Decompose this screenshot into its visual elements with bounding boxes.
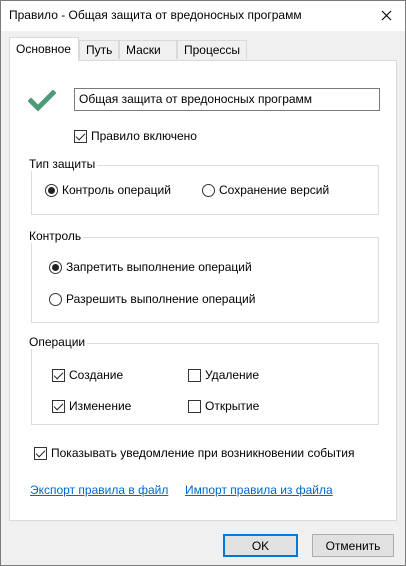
close-icon xyxy=(381,10,391,20)
radio-button[interactable] xyxy=(49,292,62,306)
radio-button[interactable] xyxy=(49,260,62,274)
import-rule-link[interactable]: Импорт правила из файла xyxy=(185,483,333,497)
tab-masks[interactable]: Маски xyxy=(119,40,177,59)
checkbox-box[interactable] xyxy=(188,368,201,382)
notify-checkbox[interactable]: Показывать уведомление при возникновении… xyxy=(34,446,354,460)
close-button[interactable] xyxy=(371,3,401,27)
export-rule-link[interactable]: Экспорт правила в файл xyxy=(30,483,168,497)
checkbox-label: Открытие xyxy=(205,399,260,413)
checkbox-box[interactable] xyxy=(74,129,87,143)
notify-label: Показывать уведомление при возникновении… xyxy=(51,446,355,460)
radio-allow-operations[interactable]: Разрешить выполнение операций xyxy=(49,292,255,306)
rule-dialog: Правило - Общая защита от вредоносных пр… xyxy=(0,0,406,566)
title-bar[interactable]: Правило - Общая защита от вредоносных пр… xyxy=(1,1,405,31)
checkbox-label: Изменение xyxy=(69,399,132,413)
control-label: Контроль xyxy=(27,229,84,243)
operations-label: Операции xyxy=(27,335,88,349)
tab-processes[interactable]: Процессы xyxy=(177,40,247,59)
ok-button[interactable]: OK xyxy=(223,534,298,557)
window-title: Правило - Общая защита от вредоносных пр… xyxy=(9,8,302,22)
cancel-button[interactable]: Отменить xyxy=(312,534,394,557)
radio-label: Сохранение версий xyxy=(219,183,330,197)
protection-type-label: Тип защиты xyxy=(27,157,98,171)
checkbox-label: Удаление xyxy=(205,368,260,382)
tab-path[interactable]: Путь xyxy=(79,40,119,59)
rule-enabled-label: Правило включено xyxy=(91,129,197,143)
checkbox-box[interactable] xyxy=(34,446,47,460)
tab-general[interactable]: Основное xyxy=(9,37,79,61)
checkbox-box[interactable] xyxy=(52,399,65,413)
checkbox-box[interactable] xyxy=(188,399,201,413)
checkbox-box[interactable] xyxy=(52,368,65,382)
checkbox-create[interactable]: Создание xyxy=(52,368,123,382)
rule-enabled-checkbox[interactable]: Правило включено xyxy=(74,129,197,143)
checkbox-delete[interactable]: Удаление xyxy=(188,368,259,382)
tab-panel-general: Общая защита от вредоносных программ Пра… xyxy=(9,60,397,521)
radio-label: Контроль операций xyxy=(62,183,171,197)
radio-label: Запретить выполнение операций xyxy=(66,260,252,274)
radio-button[interactable] xyxy=(45,183,58,197)
radio-operation-control[interactable]: Контроль операций xyxy=(45,183,171,197)
radio-button[interactable] xyxy=(202,183,215,197)
checkbox-open[interactable]: Открытие xyxy=(188,399,259,413)
checkmark-icon xyxy=(28,90,56,112)
control-group xyxy=(31,237,379,323)
rule-name-input[interactable]: Общая защита от вредоносных программ xyxy=(74,88,380,111)
radio-label: Разрешить выполнение операций xyxy=(66,292,256,306)
checkbox-modify[interactable]: Изменение xyxy=(52,399,131,413)
radio-deny-operations[interactable]: Запретить выполнение операций xyxy=(49,260,252,274)
radio-version-saving[interactable]: Сохранение версий xyxy=(202,183,329,197)
checkbox-label: Создание xyxy=(69,368,124,382)
